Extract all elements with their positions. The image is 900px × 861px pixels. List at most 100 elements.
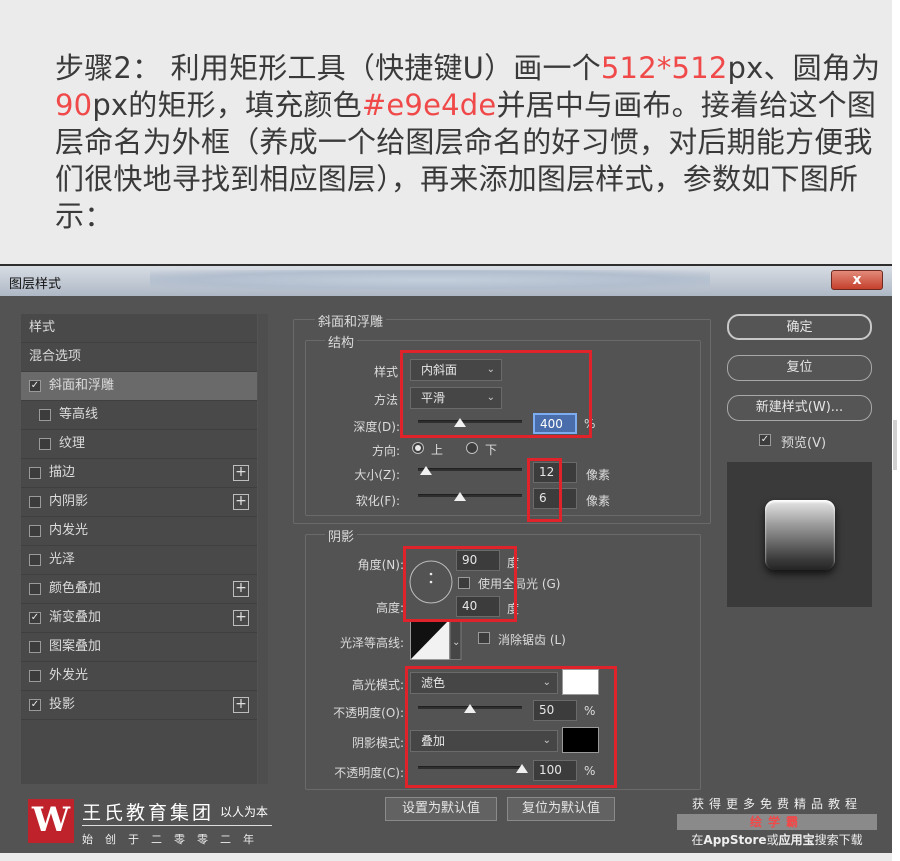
checkbox-checked-icon[interactable]: ✓ bbox=[29, 380, 41, 392]
logo-mark: W bbox=[28, 799, 74, 843]
right-edge-mark bbox=[893, 420, 897, 470]
checkbox-icon[interactable] bbox=[29, 525, 41, 537]
promo-block: 获得更多免费精品教程 绘学霸 在AppStore或应用宝搜索下载 bbox=[672, 796, 882, 851]
size-label: 大小(Z): bbox=[354, 468, 400, 482]
soften-slider[interactable] bbox=[418, 492, 522, 501]
checkbox-icon[interactable] bbox=[29, 641, 41, 653]
style-list-blend-label: 混合选项 bbox=[29, 349, 82, 364]
annotation-box-angle bbox=[403, 546, 517, 622]
checkbox-icon[interactable] bbox=[29, 467, 41, 479]
caption-panel: 步骤2： 利用矩形工具（快捷键U）画一个512*512px、圆角为 90px的矩形… bbox=[0, 0, 892, 266]
promo-bottom: 在AppStore或应用宝搜索下载 bbox=[672, 832, 882, 848]
style-list-item[interactable]: 描边 + bbox=[21, 459, 257, 488]
ok-button[interactable]: 确定 bbox=[727, 314, 872, 340]
promo-brand: 绘学霸 bbox=[677, 814, 877, 830]
caption-part: 步骤2： 利用矩形工具（快捷键U）画一个 bbox=[55, 51, 601, 85]
checkbox-checked-icon[interactable]: ✓ bbox=[29, 699, 41, 711]
title-bar-blur bbox=[150, 270, 710, 290]
size-slider[interactable] bbox=[418, 466, 522, 475]
style-list-item-label: 等高线 bbox=[59, 407, 99, 422]
checkbox-icon[interactable] bbox=[39, 409, 51, 421]
style-list-item-label: 内阴影 bbox=[49, 494, 89, 509]
direction-down-label: 下 bbox=[485, 443, 498, 457]
checkbox-icon[interactable] bbox=[29, 496, 41, 508]
shadow-mode-label: 阴影模式: bbox=[351, 736, 404, 750]
new-style-button[interactable]: 新建样式(W)... bbox=[727, 395, 872, 421]
altitude-label: 高度: bbox=[375, 601, 404, 615]
style-list-item-label: 颜色叠加 bbox=[49, 581, 102, 596]
checkbox-icon[interactable] bbox=[29, 670, 41, 682]
style-list-item-label: 描边 bbox=[49, 465, 76, 480]
close-button[interactable]: x bbox=[831, 270, 883, 290]
caption-radius-value: 90 bbox=[55, 88, 93, 122]
style-list-item[interactable]: 内发光 bbox=[21, 517, 257, 546]
style-list-item[interactable]: 颜色叠加 + bbox=[21, 575, 257, 604]
add-effect-icon[interactable]: + bbox=[233, 494, 249, 510]
style-list-item-label: 投影 bbox=[49, 697, 76, 712]
add-effect-icon[interactable]: + bbox=[233, 465, 249, 481]
annotation-box-structure bbox=[400, 350, 592, 438]
angle-label: 角度(N): bbox=[357, 558, 404, 572]
logo-divider bbox=[82, 825, 272, 826]
promo-text: 或 bbox=[766, 833, 779, 847]
technique-label: 方法 bbox=[373, 393, 398, 407]
style-list-header[interactable]: 样式 bbox=[21, 314, 257, 343]
soften-label: 软化(F): bbox=[355, 494, 400, 508]
add-effect-icon[interactable]: + bbox=[233, 697, 249, 713]
title-bar[interactable]: 图层样式 x bbox=[0, 266, 892, 296]
reset-button[interactable]: 复位 bbox=[727, 355, 872, 381]
add-effect-icon[interactable]: + bbox=[233, 581, 249, 597]
style-list-scrollbar[interactable] bbox=[258, 314, 268, 784]
caption-part: px、圆角为 bbox=[727, 51, 881, 85]
style-list-item-label: 纹理 bbox=[59, 436, 86, 451]
caption-size-value: 512*512 bbox=[600, 51, 728, 85]
set-default-button[interactable]: 设置为默认值 bbox=[385, 797, 497, 821]
style-list-blend-options[interactable]: 混合选项 bbox=[21, 343, 257, 372]
direction-down-radio[interactable] bbox=[466, 442, 478, 454]
preview-shape bbox=[765, 500, 835, 570]
opacity-shadow-label: 不透明度(C): bbox=[334, 766, 404, 780]
style-list-item[interactable]: 内阴影 + bbox=[21, 488, 257, 517]
direction-label: 方向: bbox=[371, 444, 400, 458]
logo-subtitle: 始创于二零零二年 bbox=[82, 833, 266, 846]
gloss-contour-picker[interactable]: ⌄ bbox=[410, 619, 462, 661]
depth-label: 深度(D): bbox=[353, 420, 400, 434]
checkbox-icon[interactable] bbox=[39, 438, 51, 450]
antialias-checkbox[interactable] bbox=[478, 632, 490, 644]
reset-default-button[interactable]: 复位为默认值 bbox=[507, 797, 615, 821]
checkbox-checked-icon[interactable]: ✓ bbox=[29, 612, 41, 624]
slider-thumb[interactable] bbox=[420, 466, 433, 475]
style-list-item[interactable]: 外发光 bbox=[21, 662, 257, 691]
checkbox-icon[interactable] bbox=[29, 583, 41, 595]
soften-unit: 像素 bbox=[586, 494, 611, 508]
bottom-strip bbox=[0, 853, 892, 861]
gloss-contour-label: 光泽等高线: bbox=[339, 636, 404, 650]
logo-slogan: 以人为本 bbox=[220, 805, 269, 819]
size-unit: 像素 bbox=[586, 468, 611, 482]
style-list-item[interactable]: 图案叠加 bbox=[21, 633, 257, 662]
style-list-item[interactable]: ✓ 渐变叠加 + bbox=[21, 604, 257, 633]
style-list-item[interactable]: 纹理 bbox=[21, 430, 257, 459]
bevel-group-title: 斜面和浮雕 bbox=[315, 311, 387, 330]
style-list-item[interactable]: 等高线 bbox=[21, 401, 257, 430]
style-list-item[interactable]: ✓ 投影 + bbox=[21, 691, 257, 720]
style-list-item-label: 外发光 bbox=[49, 668, 89, 683]
add-effect-icon[interactable]: + bbox=[233, 610, 249, 626]
style-list: 样式 混合选项 ✓ 斜面和浮雕等高线纹理描边 + 内阴影 + 内发光光泽颜色叠加 + ✓ 渐变叠… bbox=[21, 314, 257, 784]
style-list-header-label: 样式 bbox=[29, 320, 56, 335]
style-label: 样式 bbox=[373, 365, 398, 379]
caption-part: px的矩形，填充颜色 bbox=[92, 88, 362, 122]
promo-text: 搜索下载 bbox=[814, 833, 863, 847]
promo-text: 在 bbox=[691, 833, 704, 847]
style-list-item[interactable]: 光泽 bbox=[21, 546, 257, 575]
style-list-item[interactable]: ✓ 斜面和浮雕 bbox=[21, 372, 257, 401]
slider-thumb[interactable] bbox=[453, 492, 466, 501]
preview-checkbox[interactable]: ✓ bbox=[759, 434, 771, 446]
promo-top: 获得更多免费精品教程 bbox=[691, 797, 862, 811]
dialog-title: 图层样式 bbox=[9, 277, 62, 292]
caption-text: 步骤2： 利用矩形工具（快捷键U）画一个512*512px、圆角为 90px的矩形… bbox=[55, 50, 885, 235]
style-list-item-label: 内发光 bbox=[49, 523, 89, 538]
direction-up-radio[interactable] bbox=[412, 442, 424, 454]
checkbox-icon[interactable] bbox=[29, 554, 41, 566]
style-list-item-label: 渐变叠加 bbox=[49, 610, 102, 625]
